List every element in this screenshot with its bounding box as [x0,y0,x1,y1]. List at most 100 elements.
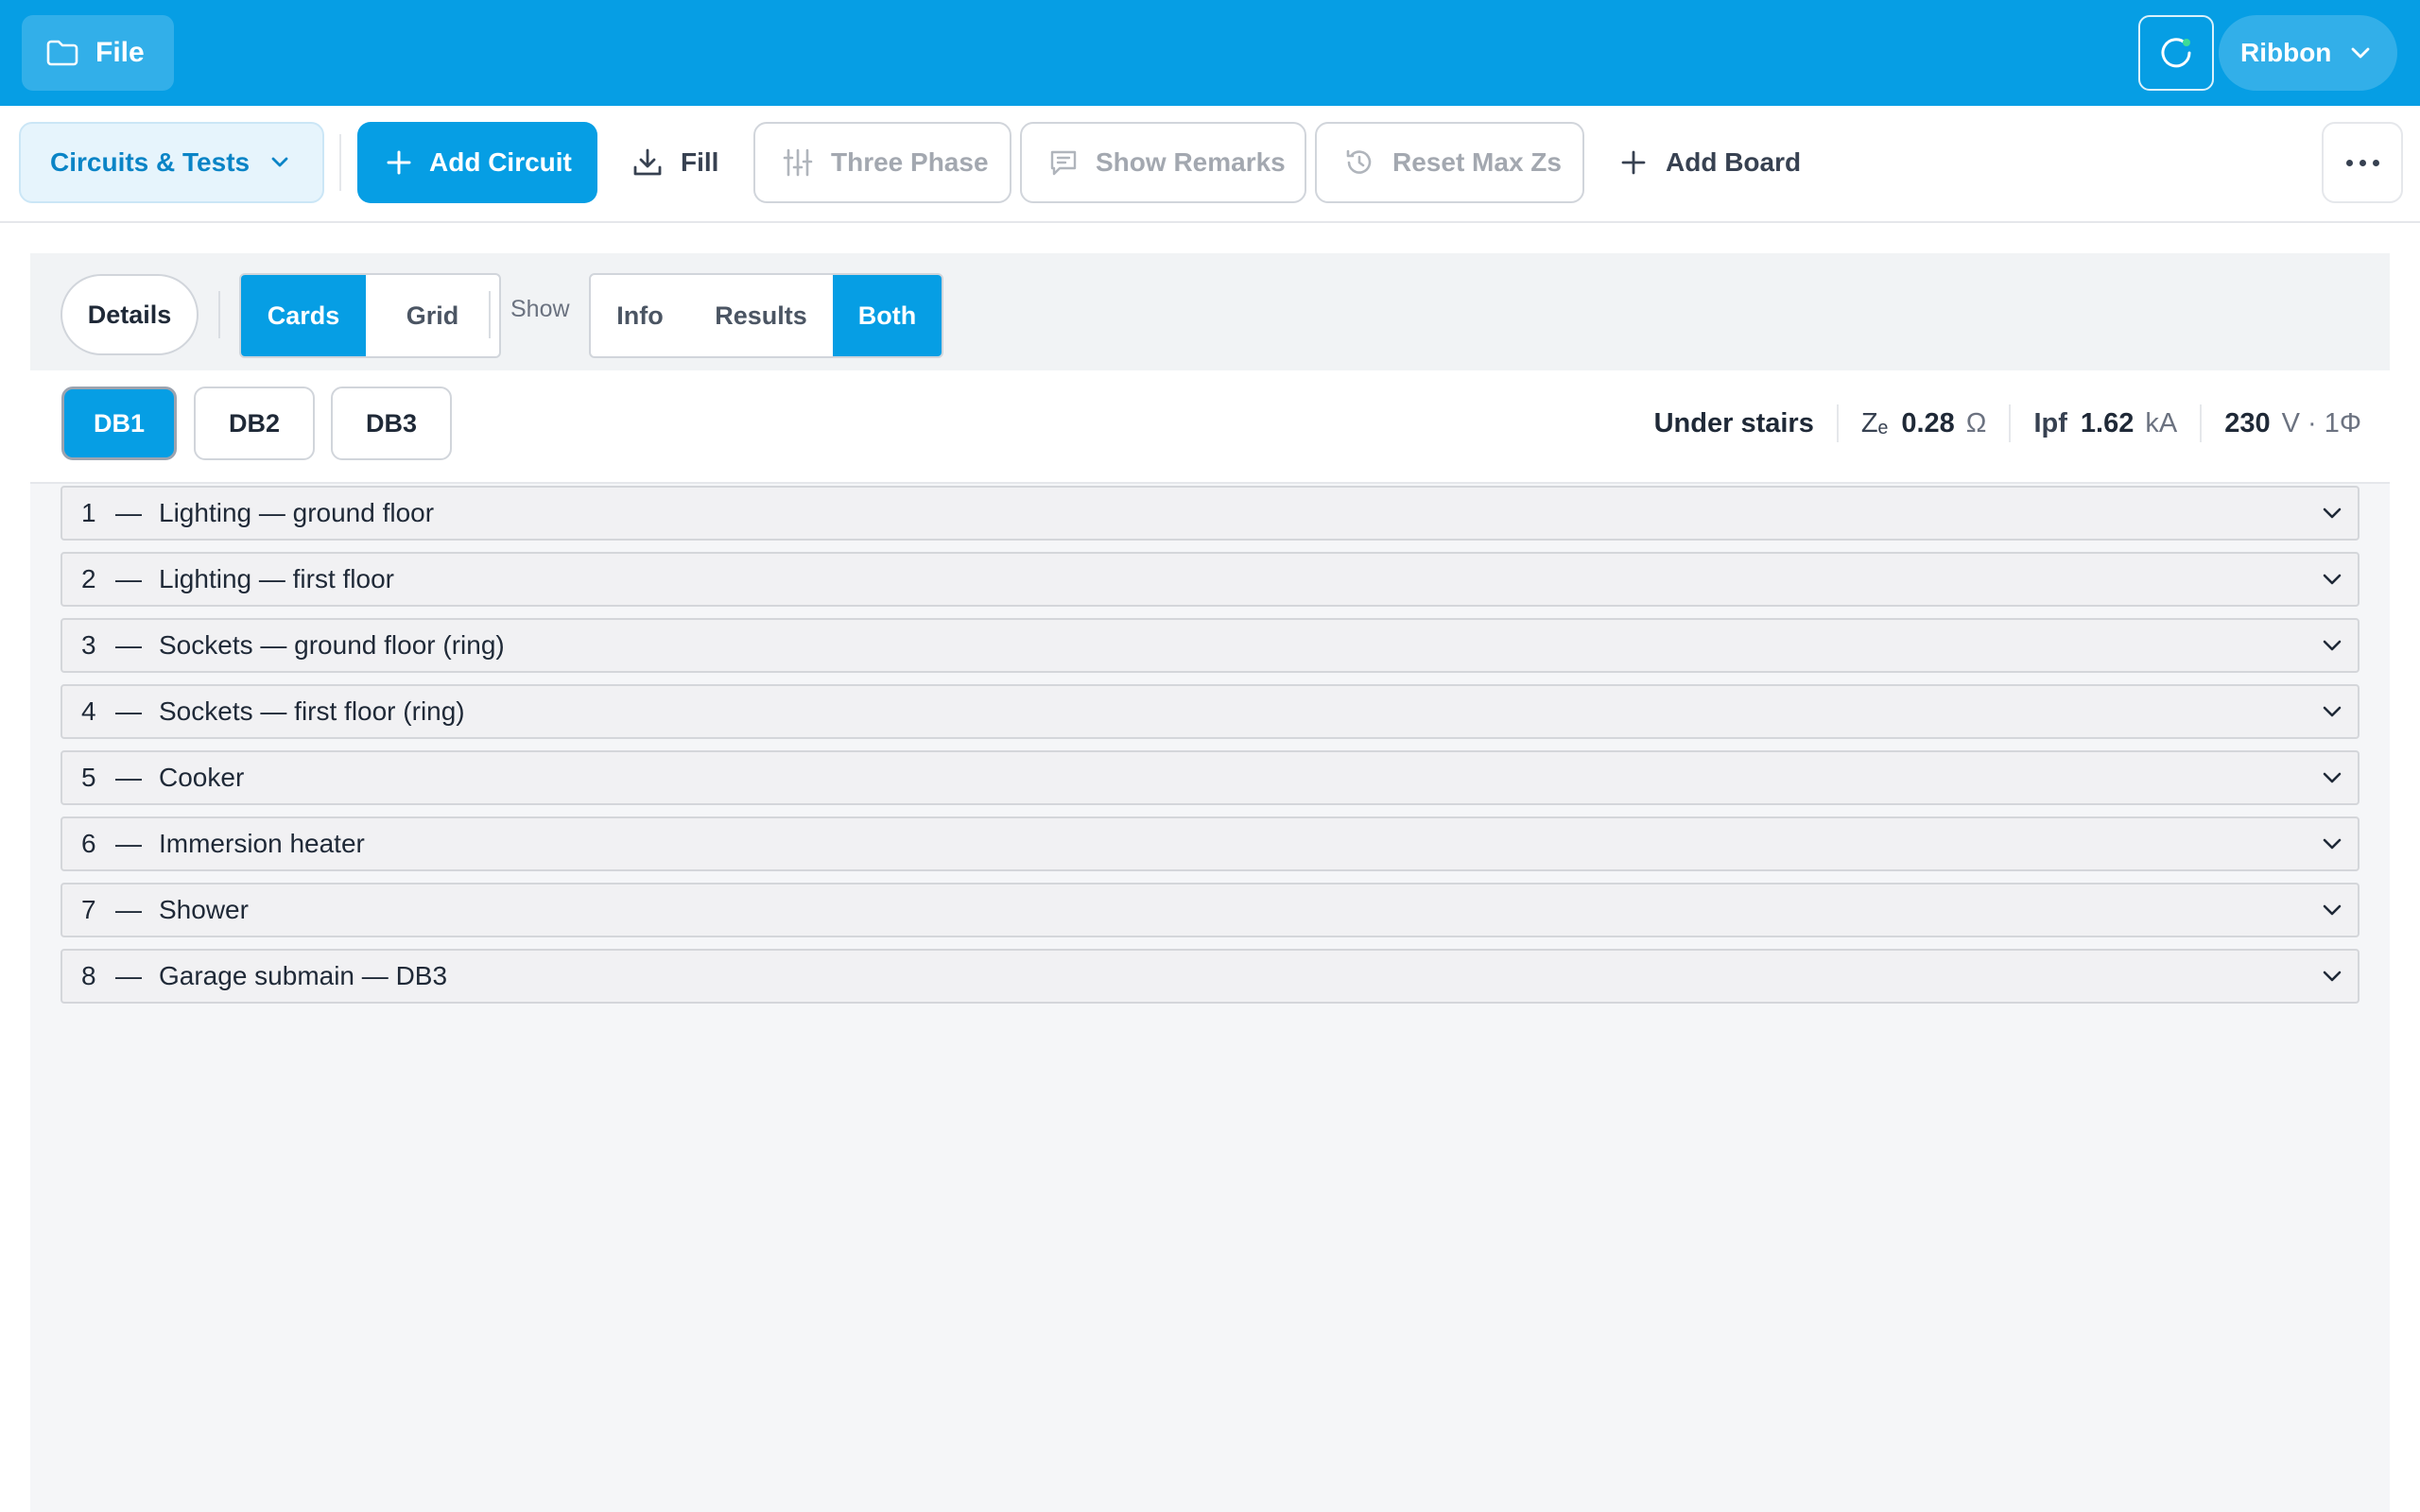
three-phase-label: Three Phase [831,147,989,177]
folder-icon [46,40,78,66]
circuit-name: Lighting — ground floor [159,498,435,527]
chevron-down-icon [270,157,289,168]
board-summary: Under stairs Zₑ 0.28 Ω Ipf 1.62 kA 230 V… [1654,404,2361,442]
file-button[interactable]: File [22,15,174,91]
chevron-down-icon [2322,639,2342,652]
section-dropdown[interactable]: Circuits & Tests [19,122,324,203]
view-divider [489,291,491,338]
details-label: Details [87,300,172,329]
circuit-separator: — [115,630,142,660]
chevron-down-icon [2322,837,2342,850]
circuit-name: Shower [159,895,249,924]
show-option-both[interactable]: Both [833,275,942,356]
show-remarks-label: Show Remarks [1096,147,1286,177]
circuit-row[interactable]: 8 — Garage submain — DB3 [60,949,2360,1004]
circuit-row[interactable]: 1 — Lighting — ground floor [60,486,2360,541]
ribbon-dropdown[interactable]: Ribbon [2219,15,2397,91]
summary-divider [1836,404,1839,442]
circuit-number: 4 [81,696,96,726]
circuit-number: 2 [81,564,96,593]
toolbar-divider [339,134,341,191]
file-label: File [95,37,145,68]
circuit-number: 5 [81,763,96,792]
fill-button[interactable]: Fill [631,122,745,203]
chevron-down-icon [2322,705,2342,718]
section-label: Circuits & Tests [50,147,251,177]
circuit-separator: — [115,564,142,593]
show-remarks-button[interactable]: Show Remarks [1020,122,1306,203]
circuit-name: Immersion heater [159,829,365,858]
circuit-number: 3 [81,630,96,660]
ipf-unit: kA [2145,407,2178,438]
layout-option-grid[interactable]: Grid [366,275,499,356]
plus-icon [1620,149,1647,176]
circuit-row[interactable]: 2 — Lighting — first floor [60,552,2360,607]
ze-label: Zₑ [1860,407,1889,438]
circuit-separator: — [115,829,142,858]
circuit-name: Lighting — first floor [159,564,394,593]
summary-divider [2200,404,2203,442]
circuit-number: 6 [81,829,96,858]
circuit-number: 8 [81,961,96,990]
board-tab-db3[interactable]: DB3 [331,387,452,460]
layout-option-cards[interactable]: Cards [241,275,366,356]
board-tab-db1[interactable]: DB1 [61,387,177,460]
circuit-separator: — [115,895,142,924]
chevron-down-icon [2350,46,2371,60]
add-circuit-label: Add Circuit [429,147,572,177]
circuit-row[interactable]: 7 — Shower [60,883,2360,937]
add-circuit-button[interactable]: Add Circuit [357,122,597,203]
view-options-bar: Details Cards Grid Show Info Results Bot… [30,253,2390,370]
board-location: Under stairs [1653,407,1814,438]
ribbon-label: Ribbon [2240,38,2332,67]
chevron-down-icon [2322,970,2342,983]
show-option-results[interactable]: Results [689,275,833,356]
circuit-row[interactable]: 4 — Sockets — first floor (ring) [60,684,2360,739]
circuit-row[interactable]: 3 — Sockets — ground floor (ring) [60,618,2360,673]
ipf-label: Ipf [2033,407,2067,438]
ipf-value: 1.62 [2080,407,2135,438]
circuit-separator: — [115,696,142,726]
sliders-icon [782,146,814,179]
circuit-number: 7 [81,895,96,924]
refresh-icon [2157,34,2195,72]
download-icon [631,146,664,179]
content-panel: Details Cards Grid Show Info Results Bot… [30,253,2390,1512]
show-label: Show [510,296,570,322]
reset-max-zs-button[interactable]: Reset Max Zs [1315,122,1584,203]
circuit-name: Garage submain — DB3 [159,961,448,990]
ze-value: 0.28 [1901,407,1955,438]
add-board-label: Add Board [1666,147,1802,177]
layout-toggle: Cards Grid [239,273,501,358]
board-tab-db2[interactable]: DB2 [194,387,315,460]
show-toggle: Info Results Both [589,273,943,358]
circuit-separator: — [115,763,142,792]
view-divider [218,291,220,338]
circuit-number: 1 [81,498,96,527]
reset-max-zs-label: Reset Max Zs [1392,147,1562,177]
chevron-down-icon [2322,903,2342,917]
toolbar: Circuits & Tests Add Circuit Fill Three … [0,106,2420,223]
three-phase-button[interactable]: Three Phase [753,122,1011,203]
refresh-button[interactable] [2138,15,2214,91]
add-board-button[interactable]: Add Board [1620,122,1819,203]
circuit-list: 1 — Lighting — ground floor 2 — Lighting… [60,486,2360,1015]
more-dots-icon [2345,159,2353,166]
show-option-info[interactable]: Info [591,275,689,356]
app-bar: File Ribbon [0,0,2420,106]
comment-icon [1048,147,1079,178]
circuit-name: Sockets — first floor (ring) [159,696,465,726]
more-options-button[interactable] [2322,122,2403,203]
ze-unit: Ω [1965,407,1987,438]
fill-label: Fill [681,147,719,177]
summary-divider [2009,404,2012,442]
circuit-row[interactable]: 5 — Cooker [60,750,2360,805]
plus-icon [386,149,412,176]
circuit-row[interactable]: 6 — Immersion heater [60,816,2360,871]
details-button[interactable]: Details [60,274,199,355]
voltage-unit: V · 1Φ [2281,407,2361,438]
chevron-down-icon [2322,507,2342,520]
chevron-down-icon [2322,573,2342,586]
circuit-name: Sockets — ground floor (ring) [159,630,505,660]
voltage-value: 230 [2224,407,2271,438]
